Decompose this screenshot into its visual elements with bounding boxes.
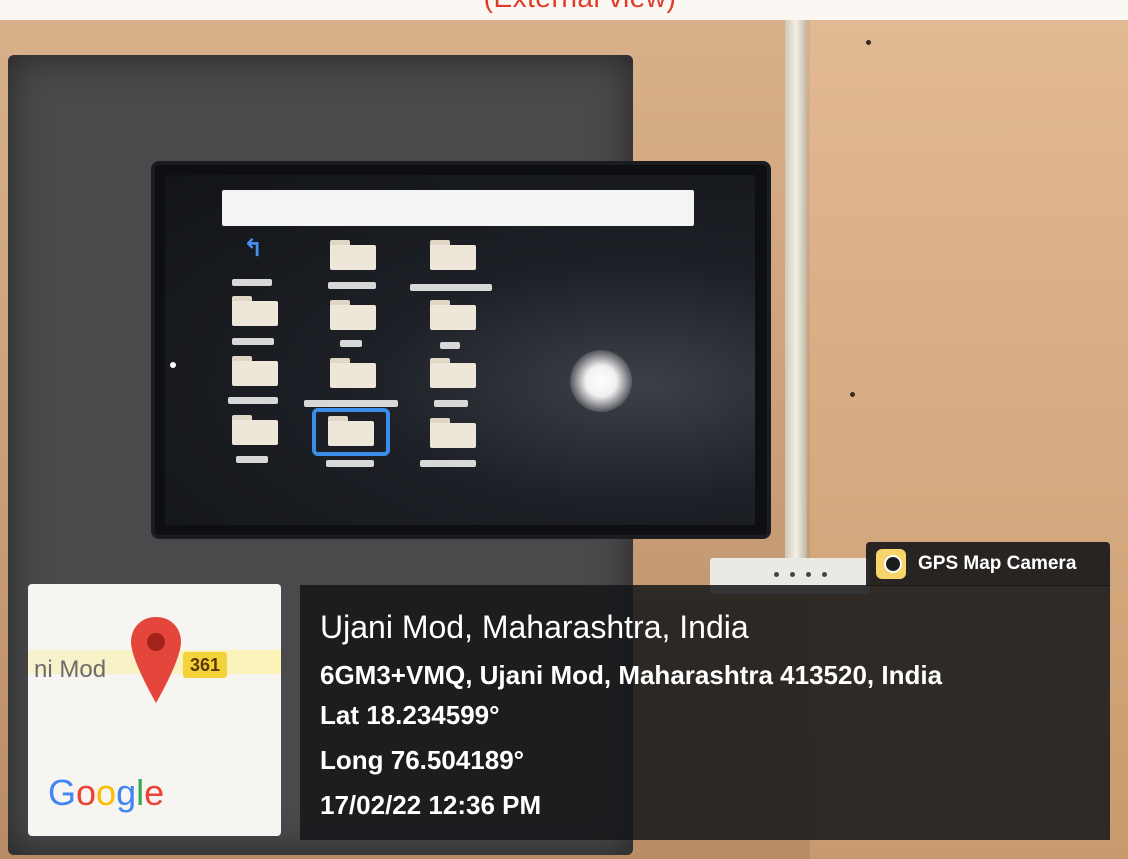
folder-label [434,400,468,407]
light-glare [570,350,632,412]
back-arrow-icon: ↰ [243,235,264,262]
location-title: Ujani Mod, Maharashtra, India [320,609,749,645]
longitude: Long 76.504189° [320,745,525,775]
folder-icon [232,356,278,386]
timestamp: 17/02/22 12:36 PM [320,790,542,820]
folder-label [420,460,476,467]
folder-label [340,340,362,347]
pipe [785,20,807,560]
location-address: 6GM3+VMQ, Ujani Mod, Maharashtra 413520,… [320,660,943,690]
map-place-label: ni Mod [34,656,107,683]
wall-mark [866,40,871,45]
tv-screen [165,175,755,525]
folder-icon [328,416,374,446]
folder-label [304,400,398,407]
badge-label: GPS Map Camera [918,553,1077,574]
route-number-badge: 361 [183,652,227,678]
gps-map-camera-badge: GPS Map Camera [866,542,1110,586]
folder-icon [330,358,376,388]
folder-icon [232,415,278,445]
folder-icon [330,240,376,270]
folder-label [232,338,274,345]
camera-pin-icon [876,549,906,579]
folder-label [440,342,460,349]
folder-icon [430,240,476,270]
top-caption: (External view) [420,0,740,14]
folder-label [328,282,376,289]
file-browser-path-bar [222,190,694,226]
folder-icon [330,300,376,330]
folder-icon [430,418,476,448]
google-logo: Google [48,772,165,813]
folder-label [236,456,268,463]
latitude: Lat 18.234599° [320,700,500,730]
folder-icon [430,300,476,330]
folder-icon [430,358,476,388]
wall-mark [850,392,855,397]
folder-label [232,279,272,286]
folder-label [410,284,492,291]
folder-label [326,460,374,467]
tv-dot [170,362,176,368]
folder-label [228,397,278,404]
map-pin-icon [131,617,181,703]
folder-icon [232,296,278,326]
